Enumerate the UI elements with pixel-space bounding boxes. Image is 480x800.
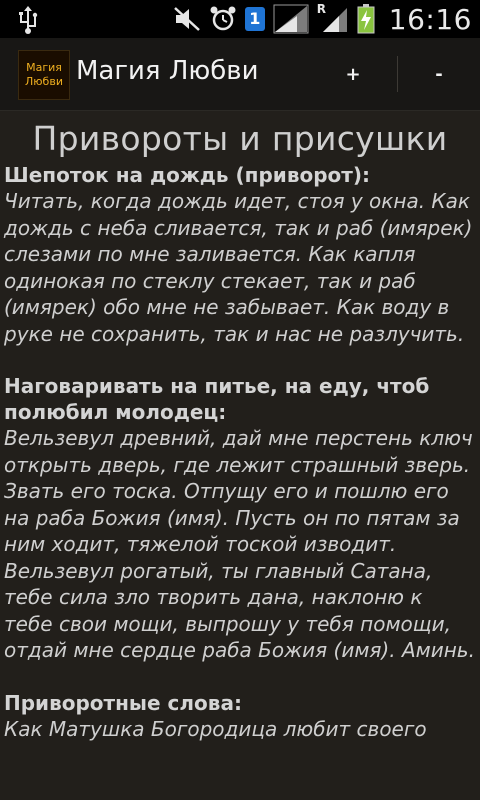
section-body: Читать, когда дождь идет, стоя у окна. К… bbox=[4, 189, 473, 346]
section-love-words: Приворотные слова: Как Матушка Богородиц… bbox=[0, 690, 480, 743]
battery-charging-icon bbox=[357, 4, 375, 34]
clock: 16:16 bbox=[388, 2, 472, 36]
status-icons: 1 R 16:16 bbox=[173, 0, 472, 38]
section-body: Вельзевул древний, дай мне перстень ключ… bbox=[4, 426, 475, 662]
mute-icon bbox=[173, 7, 200, 31]
roaming-signal-icon: R bbox=[317, 2, 349, 34]
section-body: Как Матушка Богородица любит своего bbox=[4, 716, 427, 741]
section-heading: Шепоток на дождь (приворот): bbox=[4, 163, 371, 187]
section-heading: Приворотные слова: bbox=[4, 690, 242, 715]
action-bar: Магия Любви Магия Любви + - bbox=[0, 38, 480, 111]
page-title: Привороты и присушки bbox=[32, 119, 448, 158]
app-title: Магия Любви bbox=[76, 56, 259, 86]
section-whisper-rain: Шепоток на дождь (приворот): Читать, ког… bbox=[0, 162, 480, 347]
sim-badge: 1 bbox=[244, 7, 265, 31]
usb-icon bbox=[19, 6, 38, 34]
section-heading: Наговаривать на питье, на еду, чтоб полю… bbox=[4, 374, 430, 424]
signal-icon bbox=[273, 4, 309, 34]
status-bar: 1 R 16:16 bbox=[0, 0, 480, 38]
increase-font-button[interactable]: + bbox=[312, 38, 394, 110]
section-food-charm: Наговаривать на питье, на еду, чтоб полю… bbox=[0, 373, 480, 664]
alarm-icon bbox=[210, 6, 236, 31]
article-content[interactable]: Привороты и присушки Шепоток на дождь (п… bbox=[0, 111, 480, 800]
decrease-font-button[interactable]: - bbox=[398, 38, 480, 110]
app-icon[interactable]: Магия Любви bbox=[18, 50, 70, 100]
